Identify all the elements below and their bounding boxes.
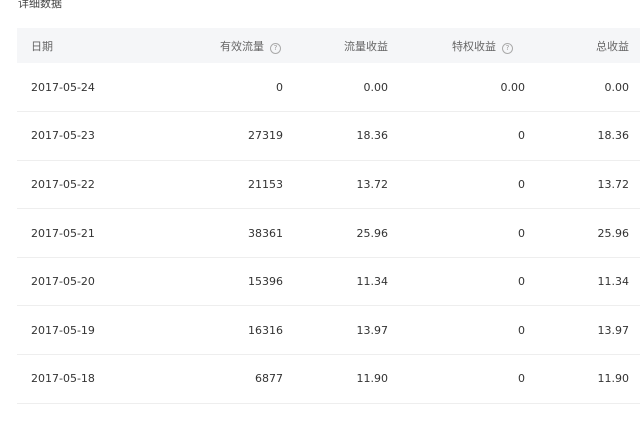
- cell-total-income: 0.00: [604, 80, 630, 94]
- cell-valid-flow: 38361: [248, 226, 283, 240]
- cell-date: 2017-05-19: [31, 323, 95, 337]
- cell-date: 2017-05-21: [31, 226, 95, 240]
- cell-privilege-income: 0: [518, 129, 525, 143]
- cell-valid-flow: 0: [276, 80, 283, 94]
- cell-date: 2017-05-18: [31, 372, 95, 386]
- cell-total-income: 13.72: [597, 177, 630, 191]
- cell-valid-flow: 21153: [248, 177, 283, 191]
- header-valid-flow-label: 有效流量: [220, 39, 264, 53]
- cell-flow-income: 18.36: [356, 129, 389, 143]
- cell-total-income: 11.34: [597, 275, 630, 289]
- header-privilege-income-label: 特权收益: [452, 39, 496, 53]
- table-row: 2017-05-24 0 0.00 0.00 0.00: [17, 63, 640, 112]
- cell-flow-income: 0.00: [363, 80, 389, 94]
- cell-privilege-income: 0: [518, 226, 525, 240]
- cell-total-income: 25.96: [597, 226, 630, 240]
- cell-privilege-income: 0: [518, 323, 525, 337]
- header-total-income-label: 总收益: [596, 39, 629, 53]
- cell-privilege-income: 0: [518, 275, 525, 289]
- cell-total-income: 18.36: [597, 129, 630, 143]
- header-valid-flow: 有效流量?: [171, 28, 283, 63]
- header-flow-income-label: 流量收益: [344, 39, 388, 53]
- table-body: 2017-05-24 0 0.00 0.00 0.00 2017-05-23 2…: [17, 63, 640, 404]
- header-flow-income: 流量收益: [283, 28, 388, 63]
- cell-total-income: 13.97: [597, 323, 630, 337]
- header-date-label: 日期: [31, 39, 53, 53]
- header-privilege-income: 特权收益?: [388, 28, 525, 63]
- table-header-row: 日期 有效流量? 流量收益 特权收益? 总收益: [17, 28, 640, 63]
- table-row: 2017-05-23 27319 18.36 0 18.36: [17, 112, 640, 161]
- cell-valid-flow: 6877: [255, 372, 283, 386]
- question-circle-icon[interactable]: ?: [502, 42, 513, 54]
- cell-flow-income: 13.97: [356, 323, 389, 337]
- detail-data-page: 详细数据 日期 有效流量? 流量收益 特权收益? 总收益 2017-05-24 …: [0, 0, 640, 433]
- cell-total-income: 11.90: [597, 372, 630, 386]
- table-row: 2017-05-19 16316 13.97 0 13.97: [17, 306, 640, 355]
- cell-flow-income: 13.72: [356, 177, 389, 191]
- table-row: 2017-05-20 15396 11.34 0 11.34: [17, 257, 640, 306]
- header-privilege-income-inner: 特权收益?: [452, 39, 525, 54]
- cell-privilege-income: 0.00: [500, 80, 526, 94]
- section-title: 详细数据: [18, 0, 62, 10]
- cell-privilege-income: 0: [518, 177, 525, 191]
- cell-flow-income: 11.90: [356, 372, 389, 386]
- detail-data-table: 日期 有效流量? 流量收益 特权收益? 总收益 2017-05-24 0 0.0…: [17, 28, 640, 404]
- cell-valid-flow: 27319: [248, 129, 283, 143]
- cell-date: 2017-05-23: [31, 129, 95, 143]
- cell-valid-flow: 15396: [248, 275, 283, 289]
- cell-date: 2017-05-22: [31, 177, 95, 191]
- question-circle-icon[interactable]: ?: [270, 42, 281, 54]
- table-header: 日期 有效流量? 流量收益 特权收益? 总收益: [17, 28, 640, 63]
- cell-privilege-income: 0: [518, 372, 525, 386]
- table-row: 2017-05-22 21153 13.72 0 13.72: [17, 160, 640, 209]
- table-row: 2017-05-18 6877 11.90 0 11.90: [17, 355, 640, 404]
- cell-flow-income: 25.96: [356, 226, 389, 240]
- header-total-income: 总收益: [525, 28, 640, 63]
- cell-valid-flow: 16316: [248, 323, 283, 337]
- cell-date: 2017-05-20: [31, 275, 95, 289]
- cell-date: 2017-05-24: [31, 80, 95, 94]
- header-date: 日期: [17, 28, 171, 63]
- cell-flow-income: 11.34: [356, 275, 389, 289]
- table-row: 2017-05-21 38361 25.96 0 25.96: [17, 209, 640, 258]
- header-valid-flow-inner: 有效流量?: [220, 39, 283, 54]
